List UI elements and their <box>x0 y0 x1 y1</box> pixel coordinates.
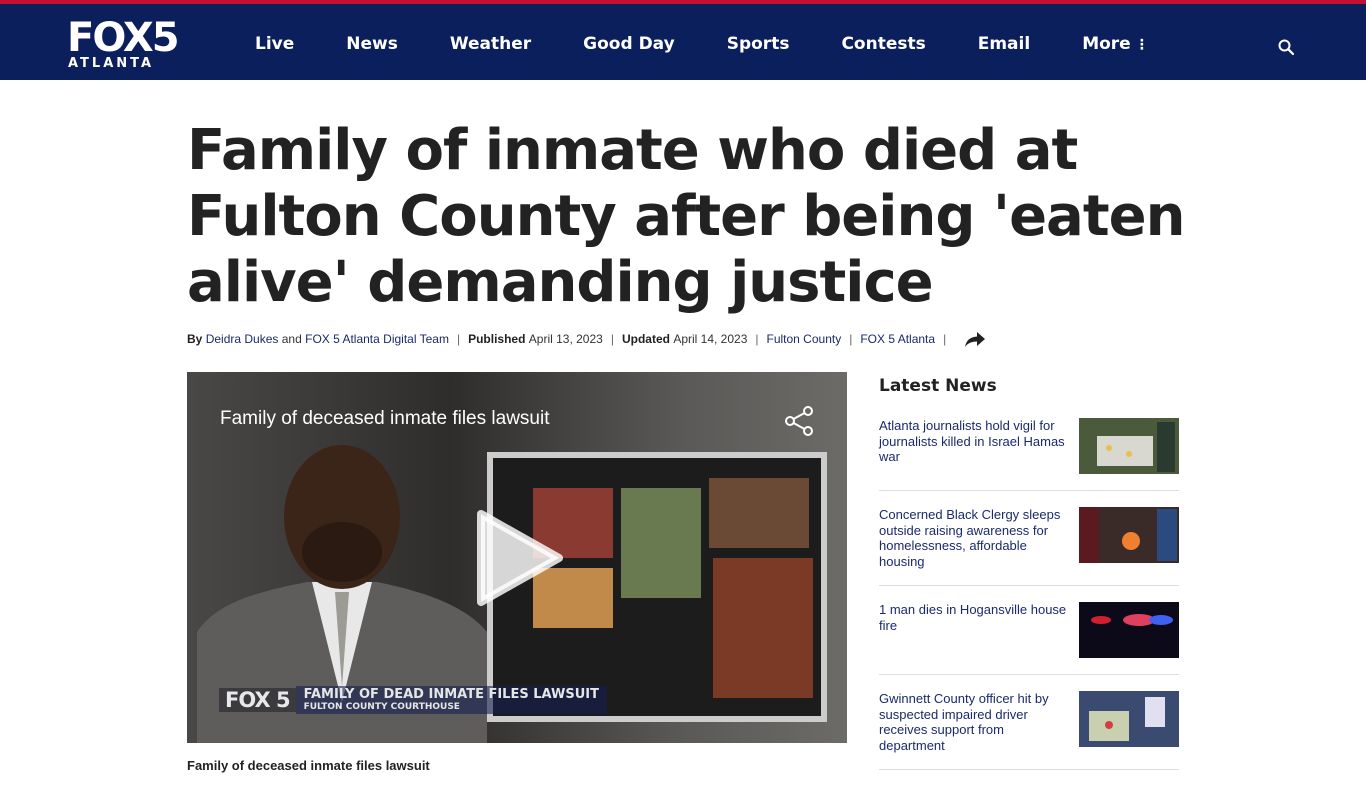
published-date: April 13, 2023 <box>528 332 603 346</box>
news-headline[interactable]: Concerned Black Clergy sleeps outside ra… <box>879 507 1067 569</box>
lower-third: FOX 5 FAMILY OF DEAD INMATE FILES LAWSUI… <box>219 686 607 714</box>
and-text: and <box>281 332 302 346</box>
share-icon[interactable] <box>784 405 816 437</box>
updated-label: Updated <box>621 332 670 346</box>
nav-email[interactable]: Email <box>978 34 1030 54</box>
play-icon[interactable] <box>475 508 565 608</box>
by-label: By <box>187 332 203 346</box>
news-item[interactable]: Atlanta journalists hold vigil for journ… <box>879 418 1179 491</box>
news-headline[interactable]: Atlanta journalists hold vigil for journ… <box>879 418 1067 474</box>
nav-more-label: More <box>1082 34 1131 54</box>
nav-more[interactable]: More ⋮ <box>1082 34 1149 54</box>
video-title: Family of deceased inmate files lawsuit <box>220 408 550 429</box>
article-headline: Family of inmate who died at Fulton Coun… <box>187 118 1185 315</box>
logo-wordmark: FOX5 <box>67 15 180 61</box>
latest-news-sidebar: Latest News Atlanta journalists hold vig… <box>879 376 1179 786</box>
search-icon[interactable] <box>1277 38 1295 56</box>
nav-sports[interactable]: Sports <box>727 34 790 54</box>
tag-fulton-county[interactable]: Fulton County <box>767 332 842 346</box>
nav-live[interactable]: Live <box>255 34 294 54</box>
divider: | <box>610 332 614 346</box>
lower-third-logo: FOX 5 <box>219 688 296 712</box>
news-headline[interactable]: Gwinnett County officer hit by suspected… <box>879 691 1067 753</box>
more-dots-icon: ⋮ <box>1134 37 1149 53</box>
fox5-atlanta-logo[interactable]: FOX5 ATLANTA <box>67 18 181 70</box>
news-item[interactable]: Gwinnett County officer hit by suspected… <box>879 691 1179 770</box>
photo <box>621 488 701 598</box>
news-thumbnail[interactable] <box>1079 691 1179 747</box>
nav-good-day[interactable]: Good Day <box>583 34 675 54</box>
lower-third-text: FAMILY OF DEAD INMATE FILES LAWSUIT FULT… <box>295 686 607 714</box>
divider: | <box>849 332 853 346</box>
published-label: Published <box>468 332 526 346</box>
divider: | <box>755 332 759 346</box>
video-caption: Family of deceased inmate files lawsuit <box>187 758 430 773</box>
news-thumbnail[interactable] <box>1079 418 1179 474</box>
author-link-2[interactable]: FOX 5 Atlanta Digital Team <box>305 332 449 346</box>
author-link-1[interactable]: Deidra Dukes <box>206 332 279 346</box>
nav-news[interactable]: News <box>346 34 398 54</box>
tag-fox5-atlanta[interactable]: FOX 5 Atlanta <box>860 332 935 346</box>
lower-third-location: FULTON COUNTY COURTHOUSE <box>303 702 460 712</box>
share-arrow-icon[interactable] <box>964 330 986 348</box>
video-player[interactable]: Family of deceased inmate files lawsuit … <box>187 372 847 743</box>
news-thumbnail[interactable] <box>1079 602 1179 658</box>
news-headline[interactable]: 1 man dies in Hogansville house fire <box>879 602 1067 658</box>
news-item[interactable]: Concerned Black Clergy sleeps outside ra… <box>879 507 1179 586</box>
updated-date: April 14, 2023 <box>673 332 748 346</box>
divider: | <box>943 332 947 346</box>
photo <box>713 558 813 698</box>
lower-third-headline: FAMILY OF DEAD INMATE FILES LAWSUIT <box>303 687 599 702</box>
divider: | <box>456 332 461 346</box>
news-item[interactable]: 1 man dies in Hogansville house fire <box>879 602 1179 675</box>
main-nav: Live News Weather Good Day Sports Contes… <box>255 4 1201 84</box>
article-meta: By Deidra Dukes and FOX 5 Atlanta Digita… <box>187 330 986 348</box>
site-header: FOX5 ATLANTA Live News Weather Good Day … <box>0 0 1366 80</box>
news-thumbnail[interactable] <box>1079 507 1179 563</box>
nav-contests[interactable]: Contests <box>841 34 925 54</box>
nav-weather[interactable]: Weather <box>450 34 531 54</box>
photo <box>709 478 809 548</box>
sidebar-title: Latest News <box>879 376 997 396</box>
